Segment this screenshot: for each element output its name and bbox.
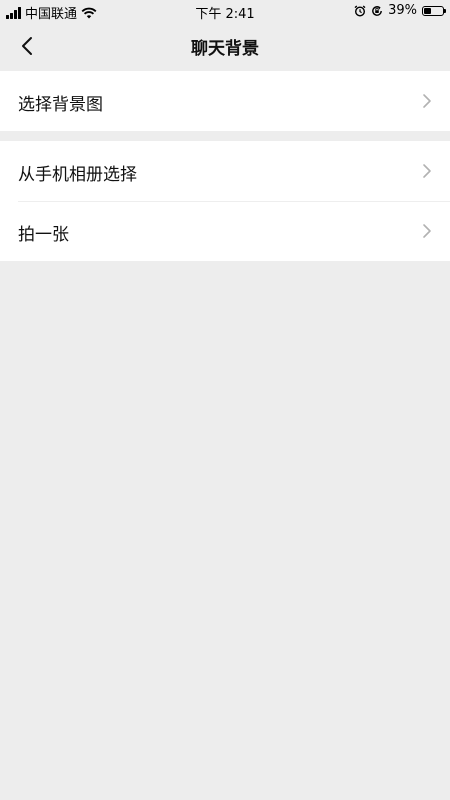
row-label: 从手机相册选择 — [18, 165, 137, 185]
chevron-right-icon — [423, 164, 431, 178]
settings-group-source: 从手机相册选择 拍一张 — [0, 141, 450, 261]
status-right: 39% — [354, 3, 446, 18]
nav-bar: 聊天背景 — [0, 22, 450, 70]
orientation-lock-icon — [372, 5, 382, 16]
chevron-right-icon — [423, 94, 431, 108]
status-bar: 中国联通 下午 2:41 39% — [0, 0, 450, 22]
row-take-photo[interactable]: 拍一张 — [0, 201, 450, 261]
row-choose-from-album[interactable]: 从手机相册选择 — [0, 141, 450, 202]
chevron-right-icon — [423, 224, 431, 238]
settings-group-background: 选择背景图 — [0, 71, 450, 131]
battery-percentage: 39% — [388, 3, 417, 18]
alarm-icon — [354, 4, 366, 17]
page-title: 聊天背景 — [191, 39, 259, 59]
battery-icon — [422, 5, 446, 16]
row-label: 拍一张 — [18, 225, 69, 245]
row-label: 选择背景图 — [18, 95, 103, 115]
row-select-background[interactable]: 选择背景图 — [0, 71, 450, 131]
battery-level — [424, 7, 432, 14]
